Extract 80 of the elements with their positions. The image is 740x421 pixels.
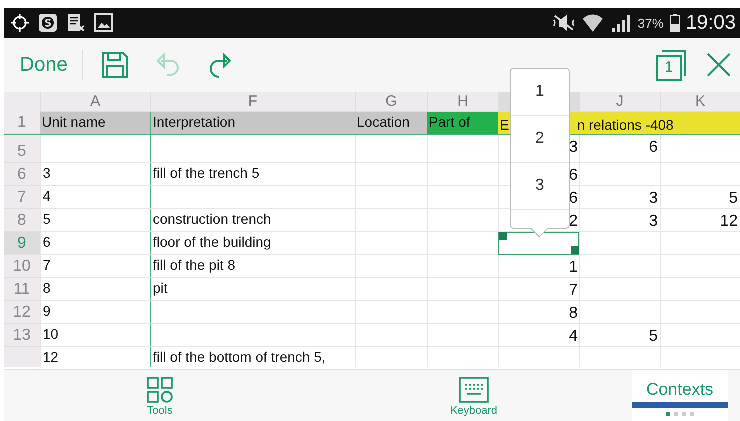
row-number[interactable]: 11 (4, 278, 40, 301)
table-cell: 7 (498, 278, 579, 301)
image-icon (94, 13, 114, 33)
table-cell (427, 232, 498, 255)
table-cell (355, 301, 427, 324)
table-cell: fill of the trench 5 (150, 163, 355, 186)
table-cell: 8 (498, 301, 579, 324)
table-cell (427, 163, 498, 186)
table-cell (355, 163, 427, 186)
keyboard-button[interactable]: Keyboard (316, 370, 632, 421)
signal-icon (610, 13, 632, 33)
table-cell: 4 (498, 324, 579, 347)
table-cell (427, 135, 498, 163)
table-cell (355, 324, 427, 347)
row-number[interactable]: 13 (4, 324, 40, 347)
table-cell (427, 301, 498, 324)
table-cell: floor of the building (150, 232, 355, 255)
table-cell (355, 278, 427, 301)
selection-handle[interactable] (571, 246, 579, 254)
selected-cell[interactable] (498, 232, 579, 255)
clock: 19:03 (686, 12, 736, 34)
close-icon[interactable] (706, 52, 732, 78)
battery-percent: 37% (638, 16, 664, 30)
header-cell: Unit name (40, 112, 150, 134)
table-cell: 4 (40, 186, 150, 209)
grid-icon (147, 377, 173, 403)
table-cell: fill of the bottom of trench 5, (150, 347, 355, 367)
table-cell: 6 (579, 135, 660, 163)
mute-icon (552, 13, 576, 33)
table-cell: fill of the pit 8 (150, 255, 355, 278)
table-cell: 9 (40, 301, 150, 324)
selection-handle[interactable] (499, 232, 507, 240)
table-cell: 1 (498, 255, 579, 278)
row-number[interactable]: 7 (4, 186, 40, 209)
table-cell (355, 186, 427, 209)
menu-item[interactable]: 2 (511, 116, 569, 163)
row-number[interactable]: 10 (4, 255, 40, 278)
table-cell (427, 278, 498, 301)
table-cell: 7 (40, 255, 150, 278)
row-number[interactable]: 5 (4, 135, 40, 163)
table-cell (355, 232, 427, 255)
table-cell: 12 (660, 209, 740, 232)
table-cell (427, 186, 498, 209)
table-cell (355, 135, 427, 163)
table-cell: 10 (40, 324, 150, 347)
wifi-icon (582, 13, 604, 33)
header-cell: Part of (427, 112, 498, 134)
app-icon (38, 13, 58, 33)
keyboard-icon (459, 377, 489, 403)
table-cell: 3 (579, 209, 660, 232)
table-cell (355, 255, 427, 278)
location-icon (10, 13, 30, 33)
row-number[interactable]: 9 (4, 232, 40, 255)
table-cell: 5 (660, 186, 740, 209)
battery-icon (670, 13, 680, 33)
table-cell: 12 (40, 347, 150, 367)
table-cell (355, 209, 427, 232)
menu-item[interactable]: 3 (511, 163, 569, 210)
table-cell: 5 (579, 324, 660, 347)
row-number[interactable]: 1 (4, 112, 40, 134)
row-number[interactable]: 12 (4, 301, 40, 324)
table-cell: 3 (40, 163, 150, 186)
header-cell: Interpretation (150, 112, 355, 134)
row-number[interactable]: 8 (4, 209, 40, 232)
table-cell: construction trench (150, 209, 355, 232)
table-cell: pit (150, 278, 355, 301)
menu-item[interactable]: 1 (511, 69, 569, 116)
table-cell (427, 209, 498, 232)
table-cell: 6 (40, 232, 150, 255)
table-cell: 5 (40, 209, 150, 232)
header-cell: Location (355, 112, 427, 134)
table-cell (427, 255, 498, 278)
table-cell: 3 (579, 186, 660, 209)
save-icon[interactable] (100, 51, 129, 79)
table-cell (427, 324, 498, 347)
document-icon (66, 13, 86, 33)
table-cell: 8 (40, 278, 150, 301)
done-button[interactable]: Done (20, 54, 68, 76)
row-number[interactable]: 6 (4, 163, 40, 186)
tools-button[interactable]: Tools (4, 370, 316, 421)
